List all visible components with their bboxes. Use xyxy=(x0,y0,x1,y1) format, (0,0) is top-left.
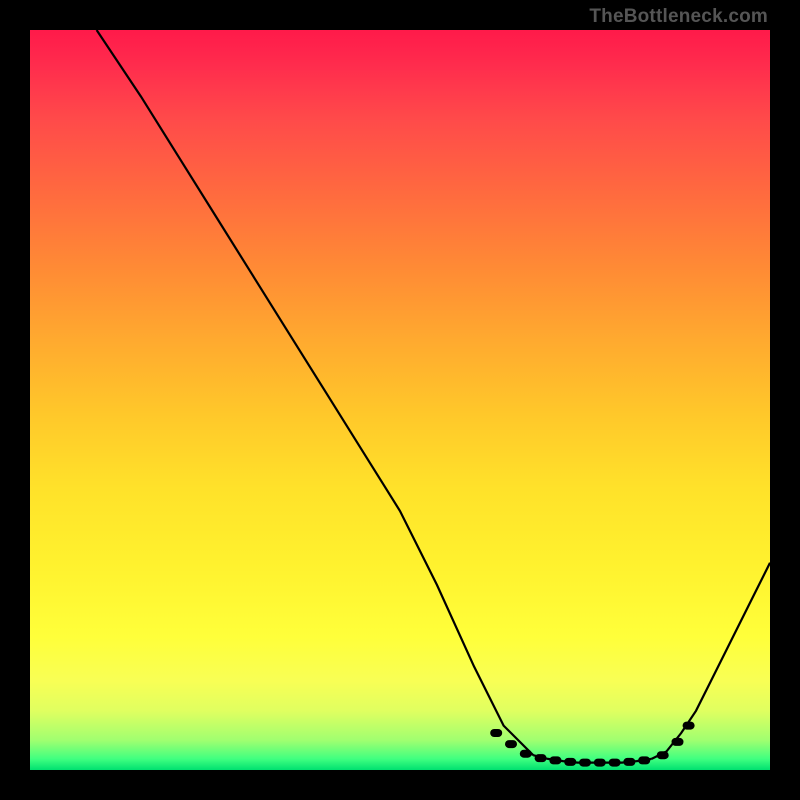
marker-dot xyxy=(672,738,684,746)
marker-dot xyxy=(594,759,606,767)
marker-dot xyxy=(657,751,669,759)
marker-dot xyxy=(549,756,561,764)
marker-dot xyxy=(609,759,621,767)
marker-dot xyxy=(638,756,650,764)
marker-dot xyxy=(505,740,517,748)
marker-dot xyxy=(520,750,532,758)
marker-dot xyxy=(683,722,695,730)
marker-dot xyxy=(564,758,576,766)
watermark-text: TheBottleneck.com xyxy=(589,6,768,28)
curve-group xyxy=(97,30,770,763)
marker-dot xyxy=(579,759,591,767)
marker-dot xyxy=(623,758,635,766)
bottleneck-curve-right xyxy=(652,563,770,759)
marker-dot xyxy=(490,729,502,737)
plot-area xyxy=(30,30,770,770)
bottleneck-curve-left xyxy=(97,30,534,755)
chart-container: TheBottleneck.com xyxy=(0,0,800,800)
chart-svg xyxy=(30,30,770,770)
marker-dot xyxy=(535,754,547,762)
